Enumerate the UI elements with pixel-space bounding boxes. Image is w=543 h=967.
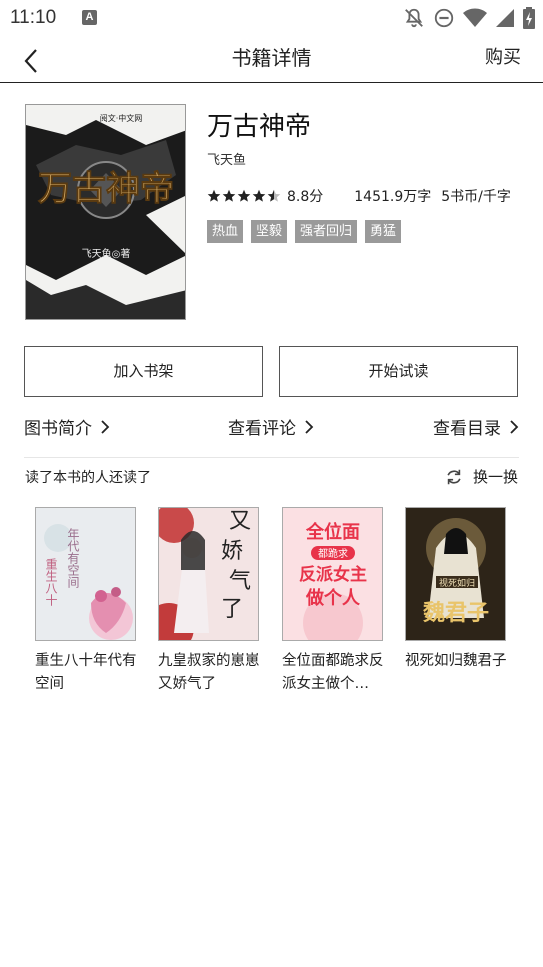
- view-comments-link[interactable]: 查看评论: [228, 414, 314, 439]
- recommend-book-cover: 重生八十 年代有空间: [35, 507, 136, 641]
- svg-text:重生八十: 重生八十: [44, 558, 58, 606]
- svg-text:气: 气: [229, 569, 251, 594]
- book-author: 飞天鱼: [207, 153, 247, 168]
- tag: 坚毅: [251, 220, 288, 243]
- recommend-book-name: 全位面都跪求反派女主做个…: [282, 653, 384, 692]
- chevron-right-icon: [101, 419, 110, 434]
- star-icon: [267, 189, 281, 202]
- rating-row: 8.8分 1451.9万字 5书币/千字: [207, 186, 511, 206]
- star-icon: [237, 189, 251, 202]
- cover-author-line: 飞天鱼◎著: [82, 247, 131, 260]
- price: 5书币/千字: [441, 189, 511, 205]
- recommend-book-4[interactable]: 视死如归 魏君子 视死如归魏君子: [405, 507, 507, 673]
- recommend-book-1[interactable]: 重生八十 年代有空间 重生八十年代有空间: [35, 507, 137, 696]
- svg-text:全位面: 全位面: [305, 521, 360, 543]
- svg-text:反派女主: 反派女主: [299, 564, 367, 585]
- divider: [24, 457, 519, 458]
- svg-text:了: 了: [221, 597, 243, 622]
- page-title: 书籍详情: [231, 46, 312, 70]
- book-intro-link[interactable]: 图书简介: [24, 414, 110, 439]
- svg-text:年代有空间: 年代有空间: [66, 528, 80, 588]
- star-icon: [207, 189, 221, 202]
- book-title: 万古神帝: [207, 112, 312, 142]
- tag: 热血: [207, 220, 244, 243]
- recommend-header: 读了本书的人还读了: [25, 470, 151, 486]
- links-row: 图书简介 查看评论 查看目录: [0, 414, 543, 440]
- rating-stars: [207, 189, 281, 203]
- wifi-icon: [463, 8, 487, 27]
- rating-score: 8.8分: [287, 189, 324, 205]
- recommend-book-3[interactable]: 全位面 都跪求 反派女主 做个人 全位面都跪求反派女主做个…: [282, 507, 384, 696]
- refresh-icon: [447, 469, 461, 484]
- star-icon: [252, 189, 266, 202]
- word-count: 1451.9万字: [354, 189, 432, 205]
- tag-list: 热血 坚毅 强者回归 勇猛: [207, 220, 402, 243]
- chevron-right-icon: [305, 419, 314, 434]
- refresh-label: 换一换: [472, 468, 518, 486]
- status-time: 11:10: [10, 7, 57, 28]
- status-bar: 11:10 A: [0, 0, 543, 36]
- star-icon: [222, 189, 236, 202]
- svg-text:做个人: 做个人: [305, 587, 361, 609]
- tag: 勇猛: [365, 220, 402, 243]
- battery-charging-icon: [523, 7, 535, 29]
- signal-icon: [496, 9, 514, 27]
- recommend-book-2[interactable]: 又 娇 气 了 九皇叔家的崽崽又娇气了: [158, 507, 260, 696]
- do-not-disturb-icon: [434, 8, 454, 28]
- cover-publisher: 阅文·中文网: [100, 113, 143, 123]
- view-catalog-label: 查看目录: [433, 419, 501, 439]
- buy-button[interactable]: 购买: [485, 43, 521, 69]
- svg-text:视死如归: 视死如归: [439, 577, 475, 589]
- refresh-button[interactable]: 换一换: [445, 466, 518, 487]
- recommend-book-cover: 又 娇 气 了: [158, 507, 259, 641]
- recommend-book-name: 九皇叔家的崽崽又娇气了: [158, 653, 260, 692]
- view-comments-label: 查看评论: [228, 419, 296, 439]
- svg-text:都跪求: 都跪求: [318, 547, 348, 560]
- recommend-book-name: 视死如归魏君子: [405, 653, 507, 669]
- cover-title-art: 万古神帝: [38, 169, 174, 209]
- recommend-book-cover: 全位面 都跪求 反派女主 做个人: [282, 507, 383, 641]
- svg-text:娇: 娇: [221, 539, 243, 564]
- status-icons: [403, 6, 535, 30]
- tag: 强者回归: [295, 220, 358, 243]
- chevron-right-icon: [510, 419, 519, 434]
- svg-text:又: 又: [229, 509, 251, 534]
- bell-off-icon: [405, 8, 423, 28]
- add-to-shelf-button[interactable]: 加入书架: [24, 346, 263, 397]
- view-catalog-link[interactable]: 查看目录: [433, 414, 519, 439]
- book-cover: 万古神帝 阅文·中文网 飞天鱼◎著: [25, 104, 186, 320]
- book-intro-label: 图书简介: [24, 419, 92, 439]
- book-cover-art: 万古神帝 阅文·中文网 飞天鱼◎著: [26, 105, 185, 319]
- notification-app-icon: A: [82, 10, 97, 25]
- nav-bar: 书籍详情 购买: [0, 36, 543, 83]
- start-reading-button[interactable]: 开始试读: [279, 346, 518, 397]
- svg-text:魏君子: 魏君子: [422, 600, 489, 626]
- recommend-book-name: 重生八十年代有空间: [35, 653, 137, 692]
- recommend-book-cover: 视死如归 魏君子: [405, 507, 506, 641]
